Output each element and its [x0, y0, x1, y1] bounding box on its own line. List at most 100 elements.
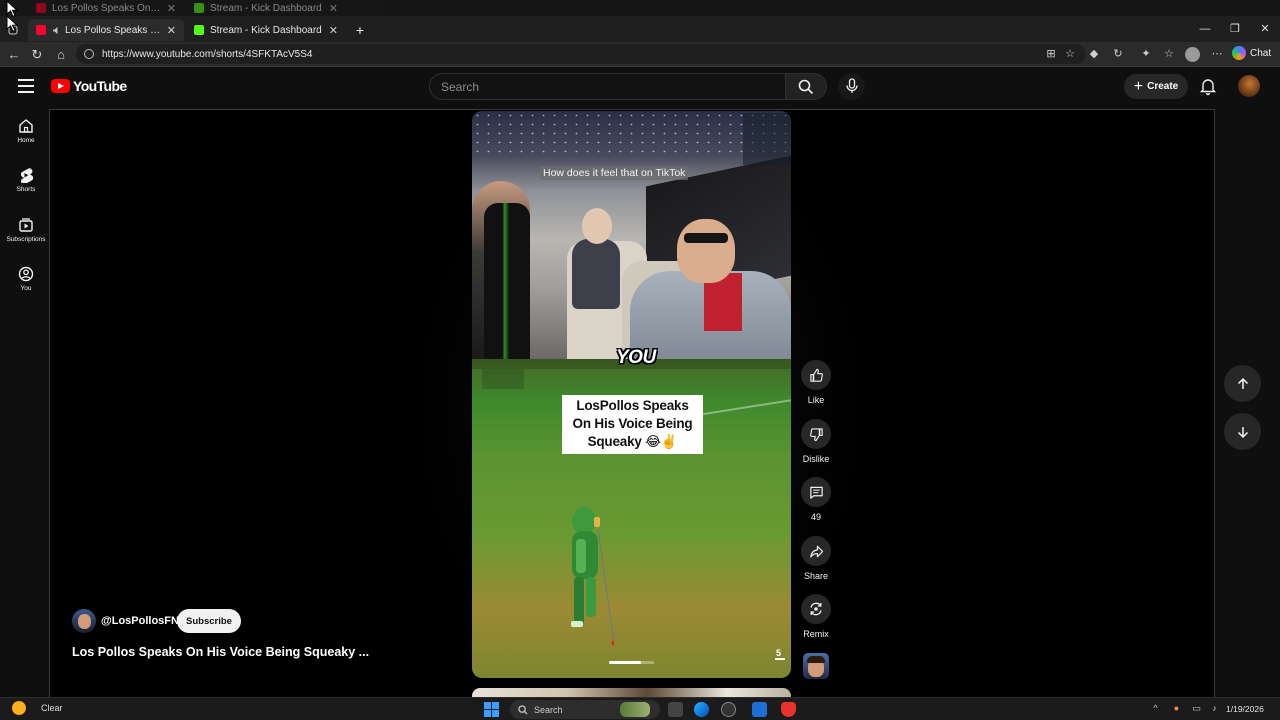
sunglasses — [684, 233, 728, 243]
profile-avatar-icon[interactable] — [1185, 47, 1200, 62]
remix-button[interactable]: Remix — [799, 594, 833, 639]
refresh-button[interactable]: ↻ — [27, 45, 47, 64]
url-field[interactable]: https://www.youtube.com/shorts/4SFKTAcV5… — [76, 44, 1086, 64]
weather-widget[interactable]: Clear — [12, 701, 63, 715]
previous-short-button[interactable] — [1224, 365, 1261, 402]
short-title[interactable]: Los Pollos Speaks On His Voice Being Squ… — [72, 645, 369, 659]
plus-icon: + — [1133, 77, 1144, 95]
site-info-icon[interactable] — [84, 49, 94, 59]
person-back — [572, 239, 620, 309]
search-button[interactable] — [786, 73, 827, 100]
gameplay-scene: LosPollos Speaks On His Voice Being Sque… — [472, 359, 791, 678]
youtube-header: YouTube + Create — [0, 67, 1280, 107]
home-button[interactable]: ⌂ — [51, 45, 71, 64]
search-input[interactable] — [429, 73, 786, 100]
thumbnail-hair — [807, 656, 825, 663]
comment-icon — [809, 486, 823, 499]
youtube-favicon-icon — [36, 25, 46, 35]
search-icon — [798, 79, 814, 95]
maximize-icon[interactable]: ❐ — [1220, 16, 1250, 42]
remix-icon — [810, 602, 822, 616]
share-button-circle — [801, 536, 831, 566]
close-window-icon[interactable]: ✕ — [1250, 16, 1280, 42]
menu-icon[interactable] — [18, 79, 34, 93]
windows-taskbar: Clear Search ^ ● ▭ ♪ 1/19/2026 — [0, 697, 1280, 720]
guide-home[interactable]: Home — [0, 118, 52, 144]
thumbs-up-icon — [809, 368, 823, 382]
video-progress-fill — [609, 661, 641, 664]
channel-handle[interactable]: @LosPollosFN — [101, 615, 179, 627]
stream-chat-overlay — [743, 113, 791, 165]
ghost-tab-kick: Stream - Kick Dashboard ✕ — [186, 0, 346, 16]
app-available-icon[interactable]: ⊞ — [1044, 47, 1058, 61]
short-title-card: LosPollos Speaks On His Voice Being Sque… — [562, 395, 703, 454]
arrow-down-icon — [1237, 426, 1248, 438]
voice-search-button[interactable] — [838, 73, 865, 100]
game-hud-panel — [482, 369, 524, 389]
copilot-chat-button[interactable]: Chat — [1232, 46, 1271, 60]
extensions-icon[interactable]: ✦ — [1139, 47, 1153, 61]
address-bar-row: ← ↻ ⌂ https://www.youtube.com/shorts/4SF… — [0, 42, 1280, 67]
new-tab-button[interactable]: + — [350, 19, 370, 41]
account-avatar[interactable] — [1238, 75, 1260, 97]
share-button[interactable]: Share — [799, 536, 833, 581]
sun-icon — [12, 701, 26, 715]
caption-word: YOU — [616, 347, 656, 368]
volume-icon[interactable]: ♪ — [1209, 703, 1220, 714]
trail-streak — [692, 399, 791, 417]
audio-source-thumbnail[interactable] — [803, 653, 829, 679]
network-icon[interactable]: ▭ — [1191, 703, 1202, 714]
close-tab-icon[interactable]: ✕ — [329, 24, 338, 37]
person-back-head — [582, 208, 612, 244]
next-short-button[interactable] — [1224, 413, 1261, 450]
video-progress-bar[interactable] — [609, 661, 654, 664]
shorts-icon — [20, 168, 34, 183]
search-icon — [518, 704, 528, 715]
like-button[interactable]: Like — [799, 360, 833, 405]
edge-icon[interactable] — [694, 702, 709, 717]
page-indicator: 5 — [776, 648, 782, 658]
youtube-favicon-icon — [36, 3, 46, 13]
back-button[interactable]: ← — [4, 45, 24, 64]
mail-icon[interactable] — [752, 702, 767, 717]
favorite-star-icon[interactable]: ☆ — [1063, 47, 1077, 61]
guide-shorts[interactable]: Shorts — [0, 167, 52, 193]
microphone-icon — [846, 78, 858, 93]
favorites-icon[interactable]: ☆ — [1162, 47, 1176, 61]
taskbar-date[interactable]: 1/19/2026 — [1226, 704, 1264, 714]
tab-kick-dashboard[interactable]: Stream - Kick Dashboard ✕ — [186, 19, 346, 41]
subscribe-button[interactable]: Subscribe — [177, 609, 241, 633]
remix-button-circle — [801, 594, 831, 624]
start-button[interactable] — [484, 702, 499, 717]
youtube-logo[interactable]: YouTube — [51, 78, 127, 94]
comments-button[interactable]: 49 — [799, 477, 833, 522]
game-character — [571, 507, 614, 646]
tray-chevron-icon[interactable]: ^ — [1150, 703, 1161, 714]
notifications-button[interactable] — [1198, 76, 1218, 96]
share-icon — [809, 545, 823, 558]
close-icon: ✕ — [166, 2, 176, 15]
short-video-player[interactable]: How does it feel that on TikTok LosPollo… — [472, 111, 791, 678]
person-head — [677, 219, 735, 283]
close-icon: ✕ — [328, 2, 338, 15]
channel-avatar[interactable] — [72, 609, 96, 633]
dislike-button[interactable]: Dislike — [799, 419, 833, 464]
brave-icon[interactable] — [781, 702, 796, 717]
guide-subscriptions[interactable]: Subscriptions — [0, 217, 52, 243]
tab-youtube-short[interactable]: Los Pollos Speaks On His Voic ✕ — [28, 19, 184, 41]
comments-button-circle — [801, 477, 831, 507]
close-tab-icon[interactable]: ✕ — [167, 24, 176, 37]
arrow-up-icon — [1237, 377, 1248, 389]
channel-avatar-face — [78, 614, 91, 629]
create-button[interactable]: + Create — [1124, 74, 1188, 99]
extension-refresh-icon[interactable]: ↻ — [1111, 47, 1125, 61]
taskbar-widget-art[interactable] — [620, 702, 650, 717]
task-view-icon[interactable] — [668, 702, 683, 717]
minimize-icon[interactable]: — — [1190, 16, 1220, 42]
subscriptions-icon — [19, 218, 33, 232]
taskbar-app-icon[interactable] — [721, 702, 736, 717]
extension-diamond-icon[interactable]: ◆ — [1087, 47, 1101, 61]
more-menu-icon[interactable]: ⋯ — [1210, 47, 1224, 61]
tray-app-icon[interactable]: ● — [1171, 703, 1182, 714]
guide-you[interactable]: You — [0, 266, 52, 292]
